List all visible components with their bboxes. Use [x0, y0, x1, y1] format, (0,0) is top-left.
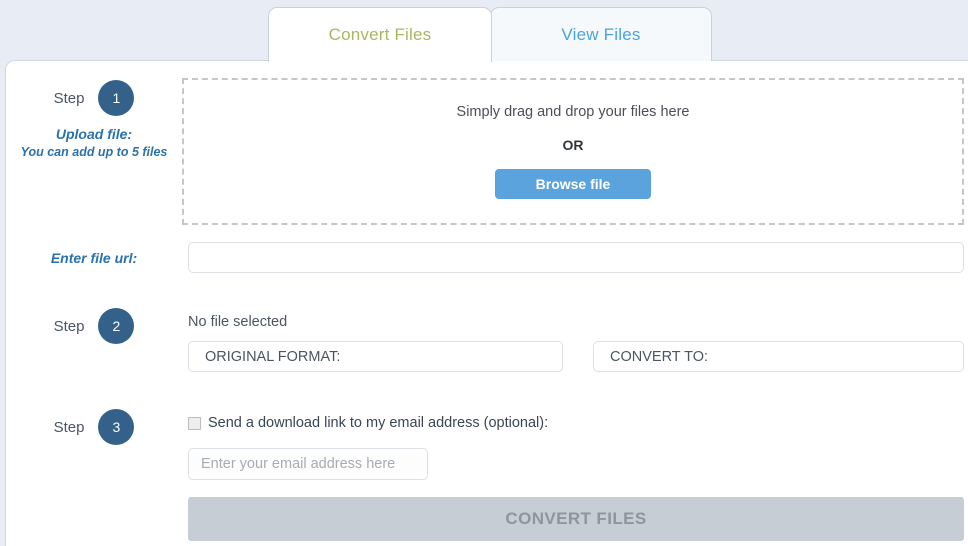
original-format-select-label: ORIGINAL FORMAT:	[205, 348, 341, 365]
dropzone-or-separator: OR	[562, 137, 584, 153]
convert-to-select[interactable]: CONVERT TO:	[593, 341, 964, 372]
email-optin-checkbox[interactable]	[188, 416, 201, 430]
step-1-word: Step	[53, 89, 85, 107]
file-url-input[interactable]	[188, 242, 964, 273]
email-address-input[interactable]	[188, 448, 428, 480]
step-1-header: Step 1	[6, 80, 182, 116]
step-3-number: 3	[98, 409, 135, 445]
upload-file-title: Upload file:	[55, 126, 133, 142]
step-2-word: Step	[53, 317, 85, 335]
tab-convert-files-label: Convert Files	[328, 25, 432, 44]
email-optin-label: Send a download link to my email address…	[208, 415, 549, 431]
tab-view-files-label: View Files	[561, 24, 641, 44]
converter-panel: Step 1 Upload file: You can add up to 5 …	[5, 60, 968, 546]
convert-files-button-label: CONVERT FILES	[505, 509, 647, 528]
step-3-indicator: Step 3	[6, 409, 182, 445]
step-1-number: 1	[98, 80, 135, 116]
step-3-word: Step	[53, 418, 85, 436]
tab-view-files[interactable]: View Files	[490, 7, 712, 61]
convert-to-select-label: CONVERT TO:	[610, 348, 709, 365]
file-url-label: Enter file url:	[50, 250, 138, 266]
tab-convert-files[interactable]: Convert Files	[268, 7, 492, 62]
dropzone-hint-text: Simply drag and drop your files here	[456, 104, 690, 120]
upload-file-subtitle: You can add up to 5 files	[20, 144, 168, 159]
step-1-indicator: Step 1 Upload file: You can add up to 5 …	[6, 80, 182, 161]
step-2-header: Step 2	[6, 308, 182, 344]
step-2-number: 2	[98, 308, 135, 344]
convert-files-button[interactable]: CONVERT FILES	[188, 497, 964, 541]
browse-file-button[interactable]: Browse file	[495, 169, 651, 199]
original-format-select[interactable]: ORIGINAL FORMAT:	[188, 341, 563, 372]
file-dropzone[interactable]: Simply drag and drop your files here OR …	[182, 78, 964, 225]
email-optin-row[interactable]: Send a download link to my email address…	[188, 415, 548, 431]
step-2-indicator: Step 2	[6, 308, 182, 344]
tab-bar: Convert Files View Files	[0, 0, 968, 62]
step-3-header: Step 3	[6, 409, 182, 445]
browse-file-button-label: Browse file	[535, 176, 611, 192]
step-1-description: Upload file: You can add up to 5 files	[6, 125, 182, 161]
selected-file-status: No file selected	[188, 314, 288, 330]
